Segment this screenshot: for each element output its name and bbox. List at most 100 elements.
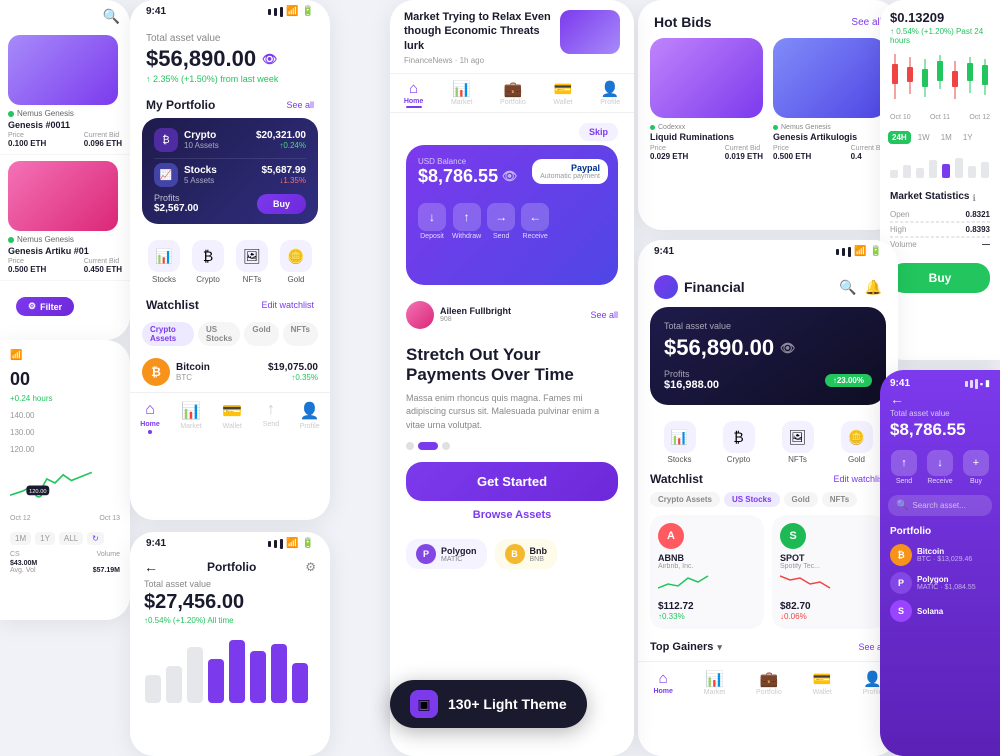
bnb-sym: BNB — [530, 556, 548, 563]
tab-nfts[interactable]: NFTs — [283, 322, 318, 346]
portfolio-back-btn[interactable]: ← — [144, 559, 158, 575]
fq-stocks[interactable]: 📊 Stocks — [664, 421, 696, 464]
nav-profile[interactable]: 👤 Profile — [300, 401, 320, 434]
filter-button[interactable]: ⚙ Filter — [16, 297, 74, 316]
portfolio-settings-icon[interactable]: ⚙ — [305, 560, 316, 574]
dw-coin-matic: P Polygon MATIC · $1,084.55 — [880, 569, 1000, 597]
edit-watchlist[interactable]: Edit watchlist — [261, 300, 314, 310]
nav-profile[interactable]: 👤 Profile — [600, 80, 620, 108]
port-wifi: 📶 — [286, 538, 298, 549]
tab-gold[interactable]: Gold — [244, 322, 278, 346]
chart-tab-1m[interactable]: 1M — [937, 131, 956, 144]
chart-tab-24h[interactable]: 24H — [888, 131, 911, 144]
user-row: Aileen Fullbright 908 See all — [390, 295, 634, 335]
browse-assets-link[interactable]: Browse Assets — [406, 509, 618, 521]
dw-receive[interactable]: ↓ Receive — [927, 450, 953, 485]
portfolio-card: ₿ Crypto 10 Assets $20,321.00 ↑0.24% 📈 S… — [142, 118, 318, 224]
btc-coin-name: Bitcoin — [917, 547, 990, 556]
portfolio-bottom: Profits $2,567.00 Buy — [154, 193, 306, 214]
eye-icon[interactable]: 👁 — [262, 52, 277, 66]
qa-stocks[interactable]: 📊 Stocks — [148, 240, 180, 284]
matic-coin-icon: P — [890, 572, 912, 594]
onboard-dots — [406, 442, 618, 450]
dw-sig-3 — [975, 379, 978, 389]
qa-crypto[interactable]: ₿ Crypto — [192, 240, 224, 284]
portfolio-see-all[interactable]: See all — [286, 100, 314, 110]
nav-wallet[interactable]: 💳 Wallet — [222, 401, 242, 434]
qa-gold[interactable]: 🪙 Gold — [280, 240, 312, 284]
tab-refresh[interactable]: ↻ — [87, 532, 104, 545]
qa-nfts[interactable]: 🖼 NFTs — [236, 240, 268, 284]
dc-eye[interactable]: 👁 — [780, 341, 795, 355]
portfolio-amount: $27,456.00 — [130, 591, 330, 614]
action-send[interactable]: → Send — [487, 203, 515, 240]
tab-crypto-assets[interactable]: Crypto Assets — [142, 322, 194, 346]
dw-buy[interactable]: + Buy — [963, 450, 989, 485]
dw-portfolio-label: Portfolio — [880, 520, 1000, 541]
dw-send[interactable]: ↑ Send — [891, 450, 917, 485]
candle-date-1: Oct 10 — [890, 114, 911, 121]
search-fin-icon[interactable]: 🔍 — [839, 279, 856, 296]
onboard-heading: Stretch Out Your Payments Over Time — [406, 345, 618, 386]
volume-val: — — [982, 240, 990, 249]
btc-coin-sub: BTC · $13,029.46 — [917, 556, 990, 563]
chart-tab-1y[interactable]: 1Y — [959, 131, 977, 144]
skip-button[interactable]: Skip — [579, 123, 618, 141]
fin-nav-wallet[interactable]: 💳 Wallet — [813, 670, 832, 696]
battery-icon: 🔋 — [302, 6, 314, 17]
fin-bottom-nav: ⌂ Home 📊 Market 💼 Portfolio 💳 Wallet 👤 P… — [638, 661, 898, 700]
tab-all[interactable]: ALL — [59, 532, 83, 545]
crypto-action-icon: ₿ — [192, 240, 224, 272]
user-avatar — [406, 301, 434, 329]
action-deposit[interactable]: ↓ Deposit — [418, 203, 446, 240]
fin-nav-market[interactable]: 📊 Market — [704, 670, 725, 696]
search-icon[interactable]: 🔍 — [103, 8, 120, 25]
tab-1m[interactable]: 1M — [10, 532, 31, 545]
portfolio-panel: 9:41 📶 🔋 ← Portfolio ⚙ Total asset value… — [130, 532, 330, 756]
nav-market[interactable]: 📊 Market — [180, 401, 201, 434]
volume-row: Volume — — [890, 240, 990, 249]
bid-name-1: Liquid Ruminations — [650, 132, 763, 142]
fin-tab-crypto[interactable]: Crypto Assets — [650, 492, 720, 507]
buy-button-chart[interactable]: Buy — [890, 263, 990, 293]
tab-1y[interactable]: 1Y — [35, 532, 55, 545]
fin-nav-portfolio[interactable]: 💼 Portfolio — [756, 670, 782, 696]
chart-tab-1w[interactable]: 1W — [914, 131, 934, 144]
fq-nfts[interactable]: 🖼 NFTs — [782, 421, 814, 464]
crypto-count: 10 Assets — [184, 141, 219, 150]
nav-send[interactable]: ↑ Send — [263, 401, 279, 434]
port-sig-1 — [268, 541, 271, 547]
fin-tab-gold[interactable]: Gold — [784, 492, 818, 507]
gold-action-icon: 🪙 — [280, 240, 312, 272]
portfolio-title: Portfolio — [207, 560, 256, 574]
fin-nav-home[interactable]: ⌂ Home — [653, 670, 672, 696]
polygon-coin[interactable]: P Polygon MATIC — [406, 539, 487, 569]
fin-tab-stocks[interactable]: US Stocks — [724, 492, 780, 507]
bell-fin-icon[interactable]: 🔔 — [865, 279, 882, 296]
hotbids-seeall[interactable]: See all — [851, 17, 882, 28]
nav-portfolio[interactable]: 💼 Portfolio — [500, 80, 526, 108]
fin-tab-nfts[interactable]: NFTs — [822, 492, 857, 507]
nav-home[interactable]: ⌂ Home — [140, 401, 159, 434]
dw-search-bar[interactable]: 🔍 Search asset... — [888, 495, 992, 516]
bitcoin-name: Bitcoin — [176, 362, 210, 373]
buy-button[interactable]: Buy — [257, 194, 306, 214]
stocks-name: Stocks — [184, 165, 217, 176]
action-receive[interactable]: ← Receive — [521, 203, 549, 240]
bnb-coin[interactable]: B Bnb BNB — [495, 539, 558, 569]
portfolio-total-label: Total asset value — [130, 577, 330, 591]
dw-back-btn[interactable]: ← — [880, 391, 1000, 409]
fin-edit-watchlist[interactable]: Edit watchlist — [833, 474, 886, 484]
fin-market-icon: 📊 — [705, 670, 724, 688]
fq-crypto[interactable]: ₿ Crypto — [723, 421, 755, 464]
nav-market[interactable]: 📊 Market — [451, 80, 472, 108]
action-withdraw[interactable]: ↑ Withdraw — [452, 203, 481, 240]
onboard-desc: Massa enim rhoncus quis magna. Fames mi … — [406, 392, 618, 433]
tab-us-stocks[interactable]: US Stocks — [198, 322, 240, 346]
see-all-link[interactable]: See all — [590, 310, 618, 320]
get-started-button[interactable]: Get Started — [406, 462, 618, 501]
bid-name-2: Genesis Artikulogis — [773, 132, 886, 142]
nav-home[interactable]: ⌂ Home — [404, 80, 423, 108]
nav-wallet[interactable]: 💳 Wallet — [553, 80, 572, 108]
fq-gold[interactable]: 🪙 Gold — [841, 421, 873, 464]
